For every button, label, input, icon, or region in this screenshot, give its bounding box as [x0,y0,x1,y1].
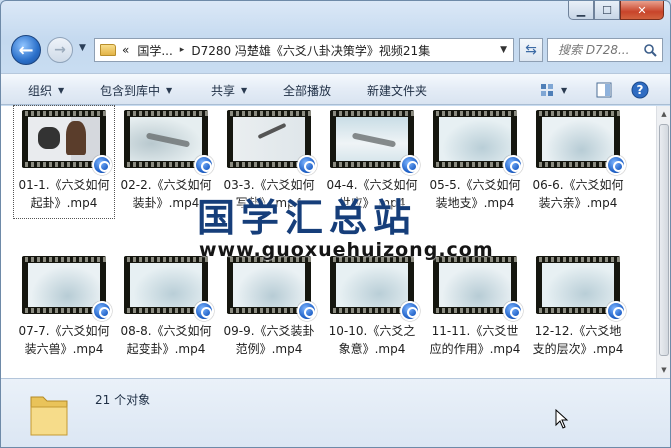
search-box[interactable] [547,38,663,62]
file-item[interactable]: 12-12.《六爻地 支的层次》.mp4 [528,252,628,364]
file-item[interactable]: 09-9.《六爻装卦 范例》.mp4 [219,252,319,364]
arrow-left-icon: ← [18,39,34,61]
media-player-icon [92,155,112,175]
view-options-icon[interactable] [539,81,557,99]
minimize-button[interactable]: ▁ [568,1,594,20]
media-player-icon [400,155,420,175]
play-all-button[interactable]: 全部播放 [283,82,331,99]
close-button[interactable]: ✕ [620,1,664,20]
organize-label: 组织 [28,84,53,98]
back-button[interactable]: ← [11,35,41,65]
folder-icon [100,44,116,56]
media-player-icon [297,155,317,175]
file-item[interactable]: 10-10.《六爻之 象意》.mp4 [322,252,422,364]
file-name: 09-9.《六爻装卦 范例》.mp4 [223,324,315,356]
file-item[interactable]: 07-7.《六爻如何 装六兽》.mp4 [14,252,114,364]
share-menu[interactable]: 共享 ▼ [211,82,247,99]
watermark-url: www.guoxuehuizong.com [199,239,494,261]
details-pane: 21 个对象 [1,378,670,447]
media-player-icon [297,301,317,321]
navigation-bar: ← → ▼ « 国学... ▸ D7280 冯楚雄《六爻八卦决策学》视频21集 … [1,33,670,67]
media-player-icon [400,301,420,321]
new-folder-button[interactable]: 新建文件夹 [367,82,427,99]
file-item[interactable]: 01-1.《六爻如何 起卦》.mp4 [13,105,115,219]
folder-icon [30,396,68,436]
breadcrumb-overflow[interactable]: « [122,43,129,57]
file-item[interactable]: 08-8.《六爻如何 起变卦》.mp4 [116,252,216,364]
media-player-icon [92,301,112,321]
search-input[interactable] [558,43,648,57]
item-count: 21 个对象 [95,393,151,407]
caption-buttons: ▁ ☐ ✕ [568,1,664,20]
breadcrumb-separator[interactable]: ▸ [180,45,185,55]
file-item[interactable]: 05-5.《六爻如何 装地支》.mp4 [425,106,525,218]
media-player-icon [503,155,523,175]
recent-pages-dropdown[interactable]: ▼ [79,43,86,53]
svg-text:?: ? [637,83,644,97]
scroll-up-icon[interactable]: ▲ [658,108,670,120]
file-name: 07-7.《六爻如何 装六兽》.mp4 [18,324,110,356]
file-item[interactable]: 06-6.《六爻如何 装六亲》.mp4 [528,106,628,218]
file-name: 06-6.《六爻如何 装六亲》.mp4 [532,178,624,210]
include-in-library-menu[interactable]: 包含到库中 ▼ [100,82,172,99]
file-name: 12-12.《六爻地 支的层次》.mp4 [532,324,624,356]
file-name: 01-1.《六爻如何 起卦》.mp4 [18,178,110,210]
refresh-button[interactable]: ⇆ [519,38,543,62]
media-player-icon [194,155,214,175]
refresh-icon: ⇆ [525,42,537,58]
address-bar[interactable]: « 国学... ▸ D7280 冯楚雄《六爻八卦决策学》视频21集 ▼ [94,38,514,62]
watermark-title: 国学汇总站 [197,196,418,240]
chevron-down-icon: ▼ [166,86,173,95]
new-folder-label: 新建文件夹 [367,84,428,98]
forward-button[interactable]: → [47,37,73,63]
media-player-icon [606,301,626,321]
breadcrumb-segment-1[interactable]: 国学... [137,42,172,59]
media-player-icon [503,301,523,321]
scrollbar-thumb[interactable] [659,124,669,356]
breadcrumb-segment-2[interactable]: D7280 冯楚雄《六爻八卦决策学》视频21集 [191,42,430,59]
command-toolbar: 组织 ▼ 包含到库中 ▼ 共享 ▼ 全部播放 新建文件夹 ▼ ? [1,73,670,105]
organize-menu[interactable]: 组织 ▼ [28,82,64,99]
chevron-down-icon: ▼ [241,86,248,95]
file-name: 10-10.《六爻之 象意》.mp4 [328,324,416,356]
arrow-right-icon: → [54,42,66,58]
preview-pane-icon[interactable] [595,81,613,99]
chevron-down-icon: ▼ [79,43,86,53]
explorer-window: ▁ ☐ ✕ ← → ▼ « 国学... ▸ D7280 冯楚雄《六爻八卦决策学》… [0,0,671,448]
scroll-down-icon[interactable]: ▼ [658,364,670,376]
search-icon[interactable] [643,43,657,57]
file-name: 05-5.《六爻如何 装地支》.mp4 [429,178,521,210]
media-player-icon [194,301,214,321]
maximize-button[interactable]: ☐ [594,1,620,20]
media-player-icon [606,155,626,175]
mouse-cursor-icon [555,409,569,429]
help-icon[interactable]: ? [631,81,649,99]
file-name: 11-11.《六爻世 应的作用》.mp4 [429,324,521,356]
file-name: 08-8.《六爻如何 起变卦》.mp4 [120,324,212,356]
share-label: 共享 [211,84,236,98]
chevron-down-icon: ▼ [58,86,65,95]
address-dropdown-icon[interactable]: ▼ [500,45,507,55]
vertical-scrollbar[interactable]: ▲ ▼ [656,106,670,378]
view-dropdown-icon[interactable]: ▼ [561,86,567,95]
include-in-library-label: 包含到库中 [100,84,161,98]
play-all-label: 全部播放 [283,84,332,98]
file-item[interactable]: 11-11.《六爻世 应的作用》.mp4 [425,252,525,364]
